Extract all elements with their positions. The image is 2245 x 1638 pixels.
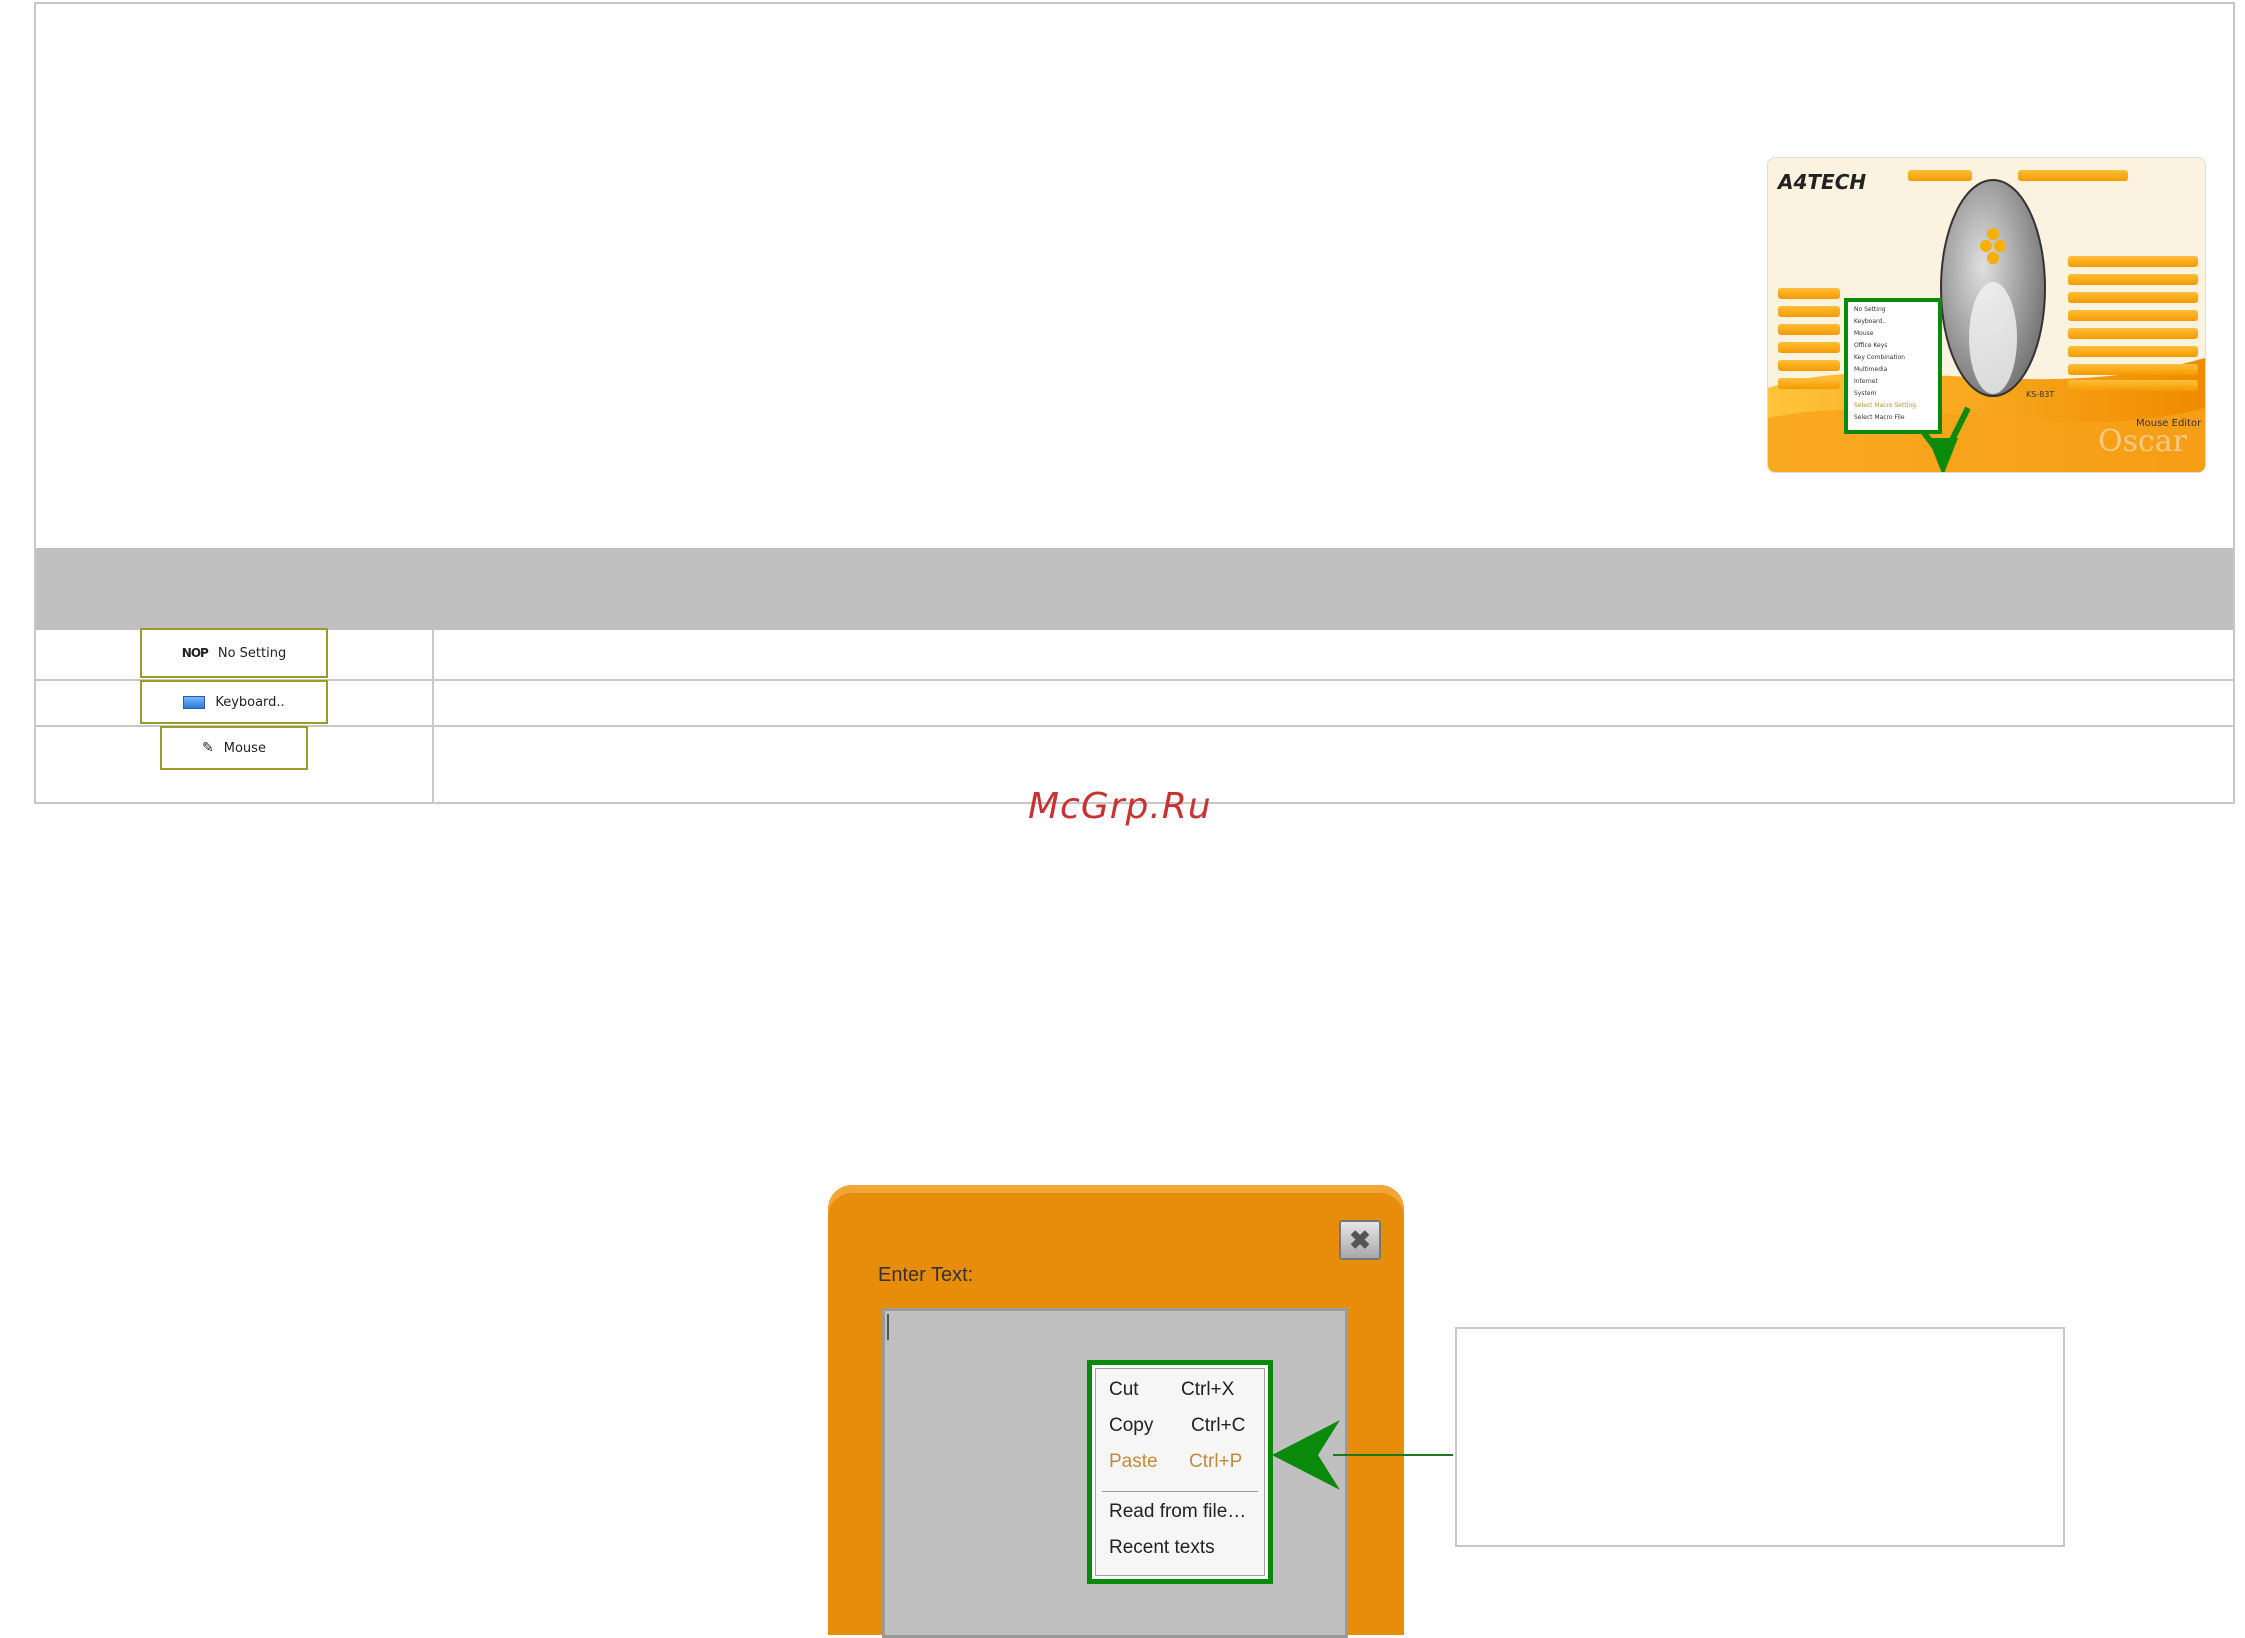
option-mouse: ✎ Mouse — [160, 726, 308, 770]
option-no-setting: NOP No Setting — [140, 628, 328, 678]
nop-icon: NOP — [181, 646, 209, 660]
a4tech-logo: A4TECH — [1778, 170, 1867, 194]
option-label: Keyboard.. — [215, 694, 285, 710]
text-caret — [887, 1314, 889, 1340]
menu-item-copy[interactable]: Copy Ctrl+C — [1109, 1415, 1245, 1437]
callout-arrow-icon — [1272, 1420, 1340, 1490]
model-label: KS-83T — [2026, 390, 2055, 399]
mouse-icon: ✎ — [202, 740, 214, 756]
menu-item-recent-texts[interactable]: Recent texts — [1109, 1537, 1215, 1559]
enter-text-label: Enter Text: — [878, 1264, 974, 1286]
context-menu: Cut Ctrl+X Copy Ctrl+C Paste Ctrl+P Read… — [1087, 1360, 1273, 1584]
row-divider — [36, 679, 2233, 681]
menu-item-read-from-file[interactable]: Read from file… — [1109, 1501, 1246, 1523]
watermark: McGrp.Ru — [1028, 786, 1212, 827]
oscar-editor-screenshot: A4TECH No Setting Keyboard.. Mouse Offic… — [1767, 157, 2206, 473]
column-divider — [432, 630, 434, 802]
menu-separator — [1102, 1491, 1258, 1492]
callout-box — [1455, 1327, 2065, 1547]
product-name: Oscar — [2098, 424, 2188, 459]
close-button[interactable]: ✖ — [1339, 1220, 1381, 1260]
table-header-band — [36, 548, 2233, 630]
thumbnail-menu: No Setting Keyboard.. Mouse Office Keys … — [1844, 298, 1942, 434]
option-label: No Setting — [217, 645, 287, 661]
callout-line — [1333, 1454, 1453, 1456]
row-divider — [36, 725, 2233, 727]
keyboard-icon — [183, 695, 206, 709]
menu-item-paste[interactable]: Paste Ctrl+P — [1109, 1451, 1242, 1473]
option-keyboard: Keyboard.. — [140, 680, 328, 724]
menu-item-cut[interactable]: Cut Ctrl+X — [1109, 1379, 1234, 1401]
option-label: Mouse — [223, 740, 266, 756]
